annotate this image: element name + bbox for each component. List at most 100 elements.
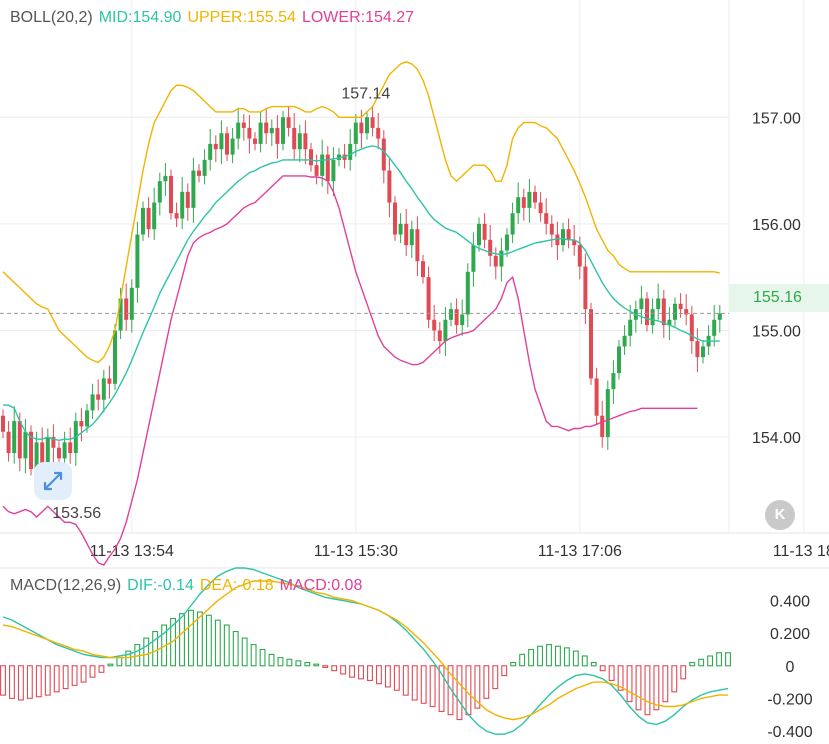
candle-body [314,165,319,176]
candle-body [135,234,140,288]
candle-body [68,442,73,454]
rewind-icon: K [774,506,786,523]
macd-histogram-bar [250,644,257,667]
macd-histogram-bar [393,665,400,691]
candle-body [650,309,655,326]
candle-body [45,437,50,464]
candle-body [639,298,644,310]
macd-histogram-bar [725,652,731,667]
macd-tick-label: 0.400 [770,594,810,611]
candle-body [409,229,414,246]
candle-body [555,234,560,246]
candle-body [549,223,554,235]
candle-body [303,133,308,150]
macd-histogram-bar [644,665,651,716]
boll-legend-name: BOLL(20,2) [10,9,93,26]
macd-histogram-bar [98,665,105,673]
candle-body [79,421,84,427]
candle-body [544,213,549,224]
candle-body [454,309,459,326]
candle-body [213,143,218,150]
price-tick-label: 154.00 [752,430,801,447]
current-price-tag: 155.16 [729,284,829,312]
candle-body [264,122,269,134]
candle-body [309,149,313,166]
candle-body [353,122,358,144]
candle-body [393,202,397,235]
macd-tick-label: 0 [786,659,795,676]
macd-histogram-bar [9,665,15,699]
price-tick-label: 155.00 [752,323,801,340]
candle-body [113,330,117,384]
candle-body [129,287,134,320]
candle-body [202,159,207,176]
macd-histogram-bar [304,661,311,667]
macd-histogram-bar [375,665,382,685]
scroll-to-latest-button[interactable]: K [765,500,795,530]
macd-histogram-bar [581,655,588,667]
candle-body [477,223,481,246]
macd-legend-name: MACD(12,26,9) [10,577,122,594]
candle-body [107,378,112,384]
candle-body [62,442,67,459]
macd-legend-dif: DIF:-0.14 [127,577,194,594]
candle-body [40,442,45,464]
candle-body [281,117,285,144]
time-tick-label: 11-13 15:30 [314,543,398,560]
macd-histogram-bar [671,665,678,693]
macd-histogram-bar [384,665,391,688]
candle-body [348,143,353,160]
candle-body [656,298,661,310]
macd-histogram-bar [590,661,597,667]
candle-body [180,191,185,219]
candle-body [359,122,364,134]
macd-histogram-bar [465,665,472,716]
candle-body [617,346,621,374]
candle-body [208,143,213,160]
macd-histogram-bar [698,658,705,667]
macd-histogram-bar [223,624,230,667]
macd-histogram-bar [17,665,24,701]
macd-histogram-bar [349,665,356,678]
candle-body [499,250,504,267]
candle-body [230,138,235,155]
candle-body [538,202,543,214]
candle-body [443,319,448,342]
macd-legend: MACD(12,26,9) DIF:-0.14 DEA:-0.18 MACD:0.08 [10,577,368,595]
candle-body [566,229,571,240]
macd-histogram-bar [519,653,526,667]
candle-body [370,117,375,128]
boll-legend-mid: MID:154.90 [98,9,182,26]
macd-histogram-bar [689,661,696,667]
candle-body [449,309,453,320]
macd-histogram-bar [53,665,60,693]
candle-body [510,213,515,235]
candle-body [96,394,101,400]
macd-legend-dea: DEA:-0.18 [199,577,274,594]
macd-histogram-bar [411,665,418,701]
macd-histogram-bar [707,655,714,667]
macd-histogram-bar [662,665,669,703]
candle-body [594,378,599,416]
expand-button[interactable] [34,462,72,500]
macd-histogram-bar [716,652,722,667]
candle-body [124,298,129,320]
candle-body [465,271,470,315]
boll-legend-upper: UPPER:155.54 [187,9,296,26]
candle-body [577,245,582,267]
candle-body [527,191,532,208]
macd-histogram-bar [44,665,51,696]
candle-body [712,319,717,336]
candle-body [185,191,190,208]
macd-histogram-bar [188,609,194,667]
macd-histogram-bar [116,657,123,667]
macd-histogram-bar [483,665,490,699]
candle-body [236,122,241,139]
macd-histogram-bar [429,665,436,708]
candle-body [437,330,442,342]
macd-dea-line [2,580,728,721]
candle-body [533,191,537,203]
macd-histogram-bar [653,665,660,711]
candle-body [225,133,229,155]
macd-tick-label: 0.200 [770,626,810,643]
